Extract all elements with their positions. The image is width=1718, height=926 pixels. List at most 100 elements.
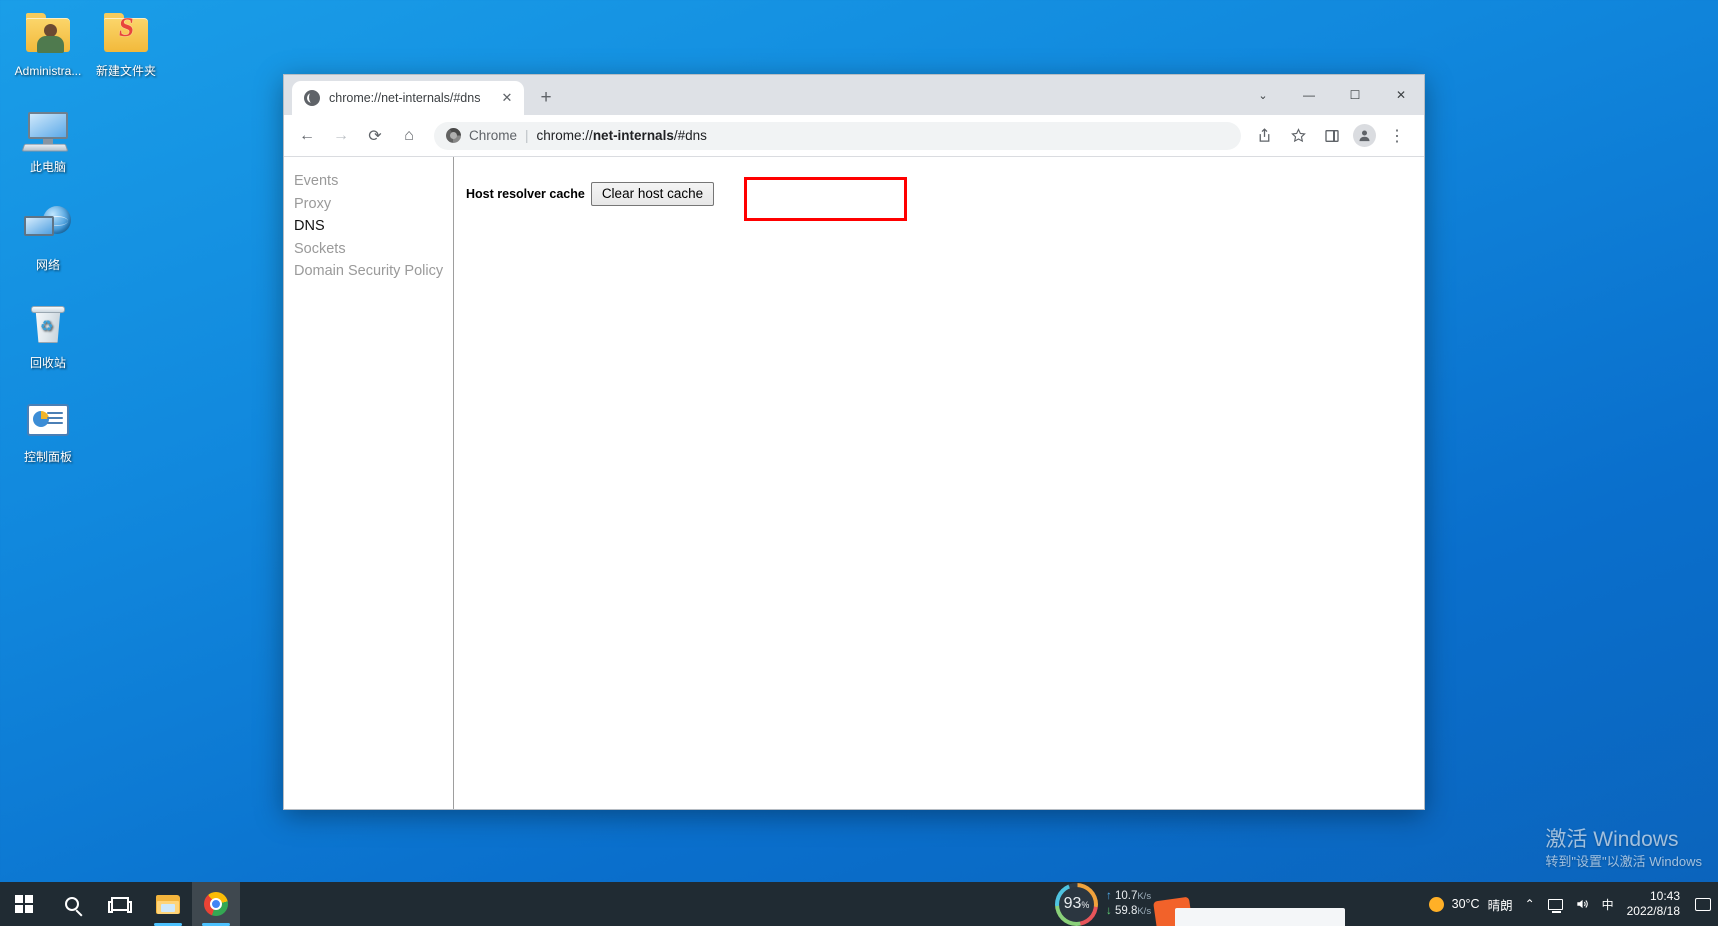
tab-search-button[interactable]: ⌄ (1240, 79, 1286, 111)
omnibox-url-prefix: chrome:// (537, 128, 593, 143)
desktop-icon-new-folder[interactable]: S 新建文件夹 (80, 10, 172, 78)
forward-button[interactable]: → (326, 121, 356, 151)
weather-temperature: 30°C (1452, 897, 1480, 911)
system-tray: 30°C 晴朗 ⌃ 中 10:43 2022/8/18 (1429, 882, 1718, 926)
omnibox-url: chrome://net-internals/#dns (537, 128, 707, 143)
window-controls: ⌄ — ☐ ✕ (1240, 75, 1424, 115)
omnibox-url-suffix: /#dns (674, 128, 707, 143)
start-button[interactable] (0, 882, 48, 926)
notification-center-button[interactable] (1688, 882, 1718, 926)
windows-logo-icon (15, 895, 33, 913)
address-bar[interactable]: Chrome | chrome://net-internals/#dns (434, 122, 1241, 150)
task-view-icon (111, 897, 129, 911)
download-value: 59.8 (1115, 905, 1137, 917)
star-icon[interactable] (1283, 121, 1313, 151)
sidebar-item-events[interactable]: Events (293, 170, 453, 193)
taskbar-file-explorer[interactable] (144, 882, 192, 926)
search-button[interactable] (48, 882, 96, 926)
sidebar-item-sockets[interactable]: Sockets (293, 238, 453, 261)
host-resolver-row: Host resolver cache Clear host cache (466, 182, 1424, 206)
browser-tab[interactable]: chrome://net-internals/#dns ✕ (292, 81, 524, 115)
desktop-icon-label: 网络 (2, 258, 94, 272)
avatar[interactable] (1353, 124, 1376, 147)
net-internals-sidebar: Events Proxy DNS Sockets Domain Security… (284, 157, 454, 809)
home-button[interactable]: ⌂ (394, 121, 424, 151)
reload-button[interactable]: ⟳ (360, 121, 390, 151)
net-internals-content: Host resolver cache Clear host cache (454, 157, 1424, 809)
clear-host-cache-button[interactable]: Clear host cache (591, 182, 714, 206)
desktop-icon-network[interactable]: 网络 (2, 204, 94, 272)
taskbar: 93% ↑ 10.7K/s ↓ 59.8K/s 30°C 晴朗 ⌃ (0, 882, 1718, 926)
toolbar-actions: ⋮ (1247, 121, 1414, 151)
upload-unit: K/s (1137, 891, 1151, 902)
maximize-button[interactable]: ☐ (1332, 79, 1378, 111)
chrome-icon (204, 892, 228, 916)
user-folder-icon (23, 10, 73, 60)
clock[interactable]: 10:43 2022/8/18 (1627, 889, 1680, 919)
cpu-usage-value: 93 (1064, 895, 1082, 912)
close-window-button[interactable]: ✕ (1378, 79, 1424, 111)
globe-icon (304, 90, 320, 106)
omnibox-separator: | (525, 128, 529, 143)
sidebar-item-dns[interactable]: DNS (293, 215, 453, 238)
minimize-button[interactable]: — (1286, 79, 1332, 111)
watermark-line-1: 激活 Windows (1545, 827, 1702, 853)
ime-indicator[interactable]: 中 (1595, 882, 1621, 926)
tab-title: chrome://net-internals/#dns (329, 91, 492, 105)
sun-icon (1429, 897, 1444, 912)
network-icon (23, 204, 73, 254)
cpu-usage-unit: % (1081, 900, 1089, 910)
show-hidden-icons-button[interactable]: ⌃ (1517, 882, 1543, 926)
file-explorer-icon (156, 895, 180, 914)
notification-popup-body[interactable] (1175, 908, 1345, 926)
desktop-icon-recycle-bin[interactable]: ♻ 回收站 (2, 302, 94, 370)
share-icon[interactable] (1249, 121, 1279, 151)
close-tab-icon[interactable]: ✕ (498, 89, 516, 107)
task-view-button[interactable] (96, 882, 144, 926)
desktop-icon-label: 回收站 (2, 356, 94, 370)
download-unit: K/s (1137, 906, 1151, 917)
network-speeds: ↑ 10.7K/s ↓ 59.8K/s (1106, 889, 1151, 919)
desktop-icon-label: 控制面板 (2, 450, 94, 464)
weather-condition: 晴朗 (1488, 895, 1513, 914)
upload-arrow-icon: ↑ (1106, 890, 1112, 902)
download-arrow-icon: ↓ (1106, 905, 1112, 917)
this-pc-icon (23, 106, 73, 156)
network-status-button[interactable] (1543, 882, 1569, 926)
volume-button[interactable] (1569, 882, 1595, 926)
notification-icon (1695, 898, 1711, 911)
back-button[interactable]: ← (292, 121, 322, 151)
omnibox-url-host: net-internals (593, 128, 674, 143)
browser-menu-button[interactable]: ⋮ (1382, 121, 1412, 151)
desktop-icon-label: 此电脑 (2, 160, 94, 174)
desktop-icon-this-pc[interactable]: 此电脑 (2, 106, 94, 174)
omnibox-scheme-label: Chrome (469, 128, 517, 143)
chrome-logo-icon (446, 128, 461, 143)
monitor-network-icon (1548, 899, 1563, 910)
taskbar-chrome[interactable] (192, 882, 240, 926)
network-meter-widget[interactable]: 93% ↑ 10.7K/s ↓ 59.8K/s (1055, 882, 1151, 926)
chrome-browser-window: chrome://net-internals/#dns ✕ + ⌄ — ☐ ✕ … (283, 74, 1425, 810)
browser-toolbar: ← → ⟳ ⌂ Chrome | chrome://net-internals/… (284, 115, 1424, 157)
cpu-usage-ring: 93% (1055, 883, 1098, 926)
watermark-line-2: 转到"设置"以激活 Windows (1545, 853, 1702, 871)
new-tab-button[interactable]: + (532, 84, 560, 112)
windows-activation-watermark: 激活 Windows 转到"设置"以激活 Windows (1545, 827, 1702, 871)
side-panel-icon[interactable] (1317, 121, 1347, 151)
clock-time: 10:43 (1627, 889, 1680, 904)
download-speed: ↓ 59.8K/s (1106, 904, 1151, 919)
desktop-icon-control-panel[interactable]: 控制面板 (2, 396, 94, 464)
folder-icon: S (101, 10, 151, 60)
net-internals-page: Events Proxy DNS Sockets Domain Security… (284, 157, 1424, 809)
sidebar-item-proxy[interactable]: Proxy (293, 193, 453, 216)
upload-speed: ↑ 10.7K/s (1106, 889, 1151, 904)
tab-strip: chrome://net-internals/#dns ✕ + ⌄ — ☐ ✕ (284, 75, 1424, 115)
host-resolver-cache-label: Host resolver cache (466, 187, 585, 201)
sidebar-item-domain-security-policy[interactable]: Domain Security Policy (293, 260, 453, 283)
search-icon (65, 897, 79, 911)
recycle-bin-icon: ♻ (23, 302, 73, 352)
clock-date: 2022/8/18 (1627, 904, 1680, 919)
upload-value: 10.7 (1115, 890, 1137, 902)
weather-widget[interactable]: 30°C 晴朗 (1429, 895, 1513, 914)
control-panel-icon (23, 396, 73, 446)
